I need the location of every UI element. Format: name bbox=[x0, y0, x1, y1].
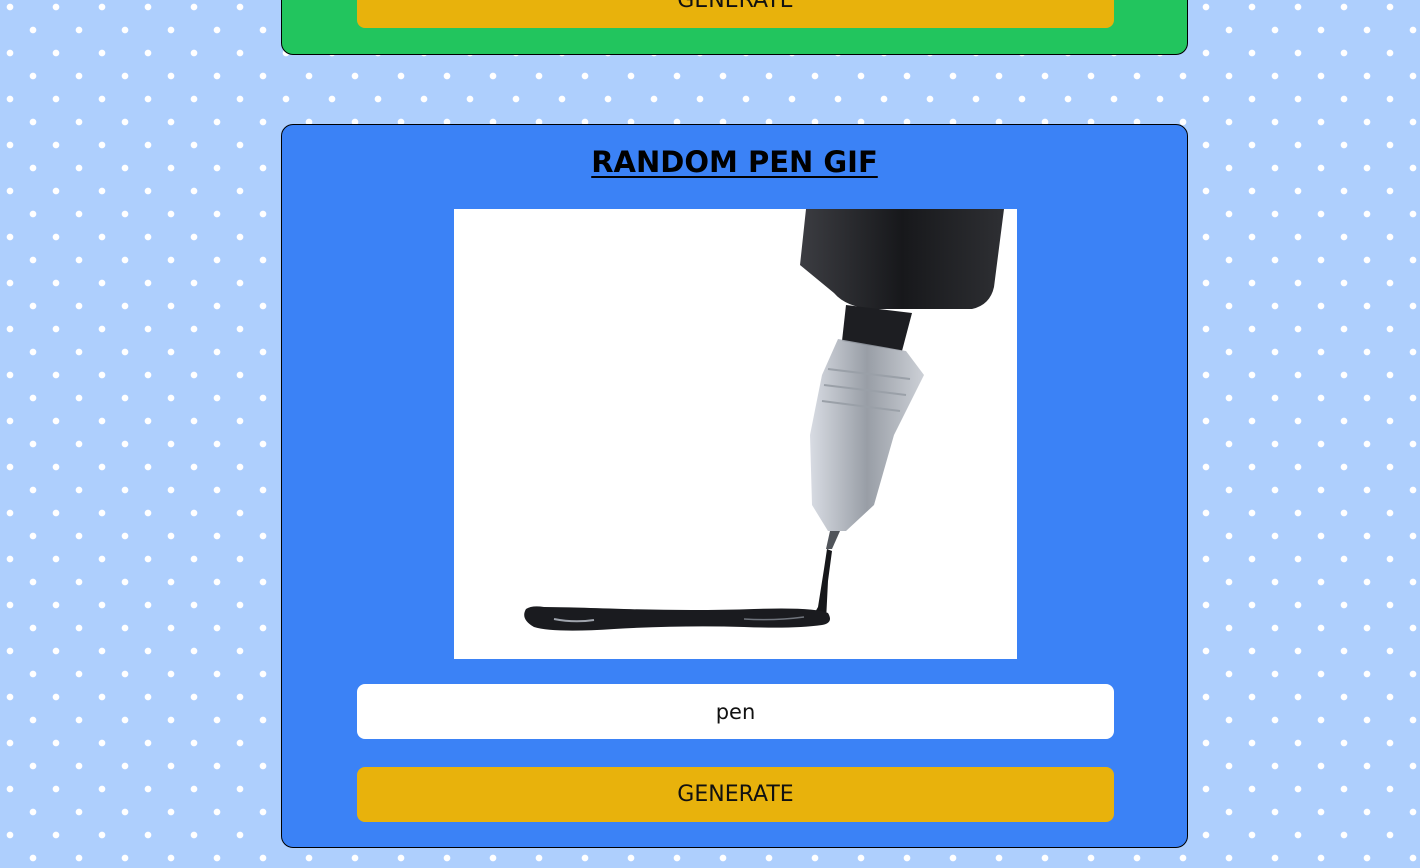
gif-image bbox=[454, 209, 1017, 659]
previous-gif-card: GENERATE bbox=[281, 0, 1188, 55]
previous-generate-button[interactable]: GENERATE bbox=[357, 0, 1114, 28]
generate-button[interactable]: GENERATE bbox=[357, 767, 1114, 822]
search-input[interactable] bbox=[357, 684, 1114, 739]
card-title: RANDOM PEN GIF bbox=[591, 145, 878, 179]
pen-ink-illustration bbox=[454, 209, 1017, 659]
random-gif-card: RANDOM PEN GIF pen GENERATE bbox=[281, 124, 1188, 848]
